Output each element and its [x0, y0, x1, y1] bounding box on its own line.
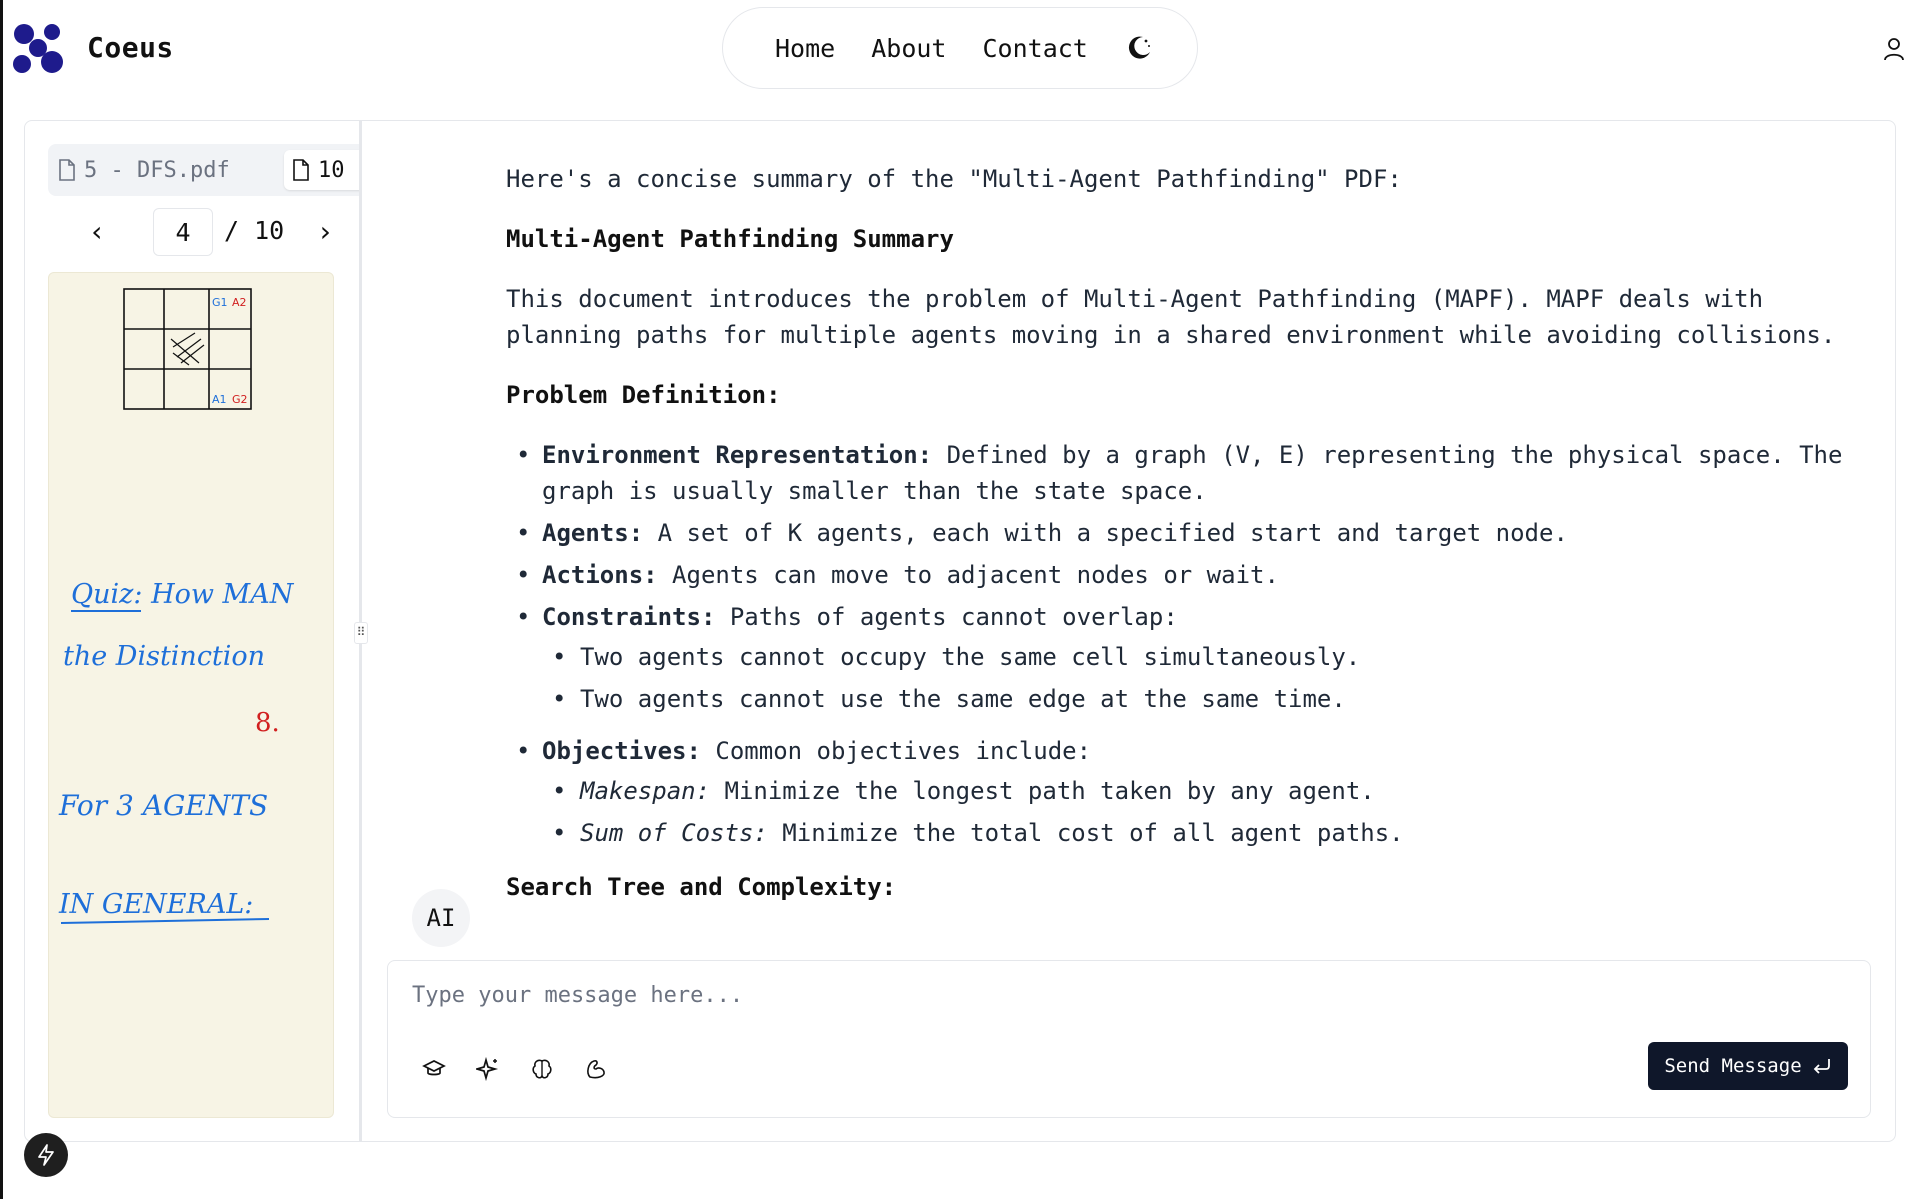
in-general-note: IN GENERAL: — [58, 889, 253, 920]
list-item-term: Environment Representation: — [542, 441, 933, 469]
message-paragraph: This document introduces the problem of … — [506, 285, 1836, 349]
list-item-text: Paths of agents cannot overlap: — [715, 603, 1178, 631]
sublist-item-term: Makespan: — [580, 777, 711, 805]
pdf-tab-label: 10 - — [318, 157, 360, 183]
constraints-sublist: Two agents cannot occupy the same cell s… — [542, 639, 1846, 717]
message-input[interactable] — [412, 983, 1512, 1023]
list-item-term: Actions: — [542, 561, 658, 589]
grid-label-a1: A1 — [212, 393, 227, 406]
grid-label-g1: G1 — [212, 296, 228, 309]
nav-about-link[interactable]: About — [871, 34, 946, 63]
list-item: Objectives: Common objectives include: M… — [506, 733, 1846, 851]
problem-heading: Problem Definition: — [506, 381, 781, 409]
ai-message: Here's a concise summary of the "Multi-A… — [506, 161, 1846, 929]
list-item-text: Agents can move to adjacent nodes or wai… — [657, 561, 1279, 589]
list-item: Constraints: Paths of agents cannot over… — [506, 599, 1846, 717]
sublist-item: Two agents cannot use the same edge at t… — [542, 681, 1846, 717]
file-icon — [59, 159, 75, 181]
main-nav: Home About Contact — [722, 7, 1198, 89]
graduation-cap-icon[interactable] — [416, 1051, 452, 1087]
send-message-label: Send Message — [1664, 1055, 1802, 1077]
file-icon — [293, 159, 309, 181]
for-3-agents-note: For 3 AGENTS — [58, 789, 268, 822]
sublist-item: Two agents cannot occupy the same cell s… — [542, 639, 1846, 675]
send-message-button[interactable]: Send Message — [1648, 1042, 1848, 1090]
list-item-text: Common objectives include: — [700, 737, 1092, 765]
message-intro: Here's a concise summary of the "Multi-A… — [506, 165, 1402, 193]
message-title: Multi-Agent Pathfinding Summary — [506, 225, 954, 253]
moon-icon[interactable] — [1124, 33, 1154, 63]
nav-contact-link[interactable]: Contact — [982, 34, 1087, 63]
pdf-tab-dfs[interactable]: 5 - DFS.pdf — [50, 150, 258, 190]
page-number-input[interactable] — [153, 208, 213, 256]
search-tree-heading: Search Tree and Complexity: — [506, 873, 897, 901]
sublist-item-text: Minimize the total cost of all agent pat… — [767, 819, 1404, 847]
problem-list: Environment Representation: Defined by a… — [506, 437, 1846, 851]
nav-home-link[interactable]: Home — [775, 34, 835, 63]
list-item-term: Agents: — [542, 519, 644, 547]
list-item-term: Objectives: — [542, 737, 701, 765]
chevron-left-icon[interactable]: ‹ — [82, 214, 112, 250]
list-item: Actions: Agents can move to adjacent nod… — [506, 557, 1846, 593]
sparkles-icon[interactable] — [470, 1051, 506, 1087]
quiz-answer: 8. — [255, 708, 280, 738]
pdf-tabs: 5 - DFS.pdf 10 - — [48, 144, 360, 196]
list-item: Environment Representation: Defined by a… — [506, 437, 1846, 509]
pdf-tab-label: 5 - DFS.pdf — [84, 157, 230, 183]
user-icon[interactable] — [1882, 36, 1906, 62]
logo-icon[interactable] — [12, 22, 64, 74]
sublist-item: Sum of Costs: Minimize the total cost of… — [542, 815, 1846, 851]
list-item-term: Constraints: — [542, 603, 716, 631]
sublist-item-text: Minimize the longest path taken by any a… — [710, 777, 1375, 805]
list-item-text: A set of K agents, each with a specified… — [643, 519, 1568, 547]
enter-icon — [1813, 1059, 1830, 1074]
objectives-sublist: Makespan: Minimize the longest path take… — [542, 773, 1846, 851]
window-edge — [0, 0, 3, 1199]
grid-label-g2: G2 — [232, 393, 248, 406]
list-item: Agents: A set of K agents, each with a s… — [506, 515, 1846, 551]
brand-name[interactable]: Coeus — [87, 31, 174, 64]
biceps-icon[interactable] — [578, 1051, 614, 1087]
header: Coeus Home About Contact — [0, 0, 1919, 100]
quiz-line-1: Quiz: How MAN — [71, 579, 295, 610]
pdf-viewer: 5 - DFS.pdf 10 - ‹ / 10 › — [24, 120, 360, 1142]
message-composer: Send Message — [387, 960, 1871, 1118]
ai-avatar: AI — [412, 889, 470, 947]
chat-thread: Here's a concise summary of the "Multi-A… — [364, 121, 1894, 951]
quiz-line-2: the Distinction — [63, 641, 265, 672]
page-navigator: ‹ / 10 › — [48, 208, 348, 258]
page-total: / 10 — [224, 216, 285, 245]
grid-label-a2: A2 — [232, 296, 247, 309]
handwritten-notes: G1 A2 A1 G2 Quiz: How MAN the Distinctio… — [58, 288, 295, 924]
sublist-item: Makespan: Minimize the longest path take… — [542, 773, 1846, 809]
brain-icon[interactable] — [524, 1051, 560, 1087]
pdf-tab-mapf[interactable]: 10 - — [284, 150, 360, 190]
chevron-right-icon[interactable]: › — [310, 214, 340, 250]
lightning-icon[interactable] — [24, 1133, 68, 1177]
sublist-item-term: Sum of Costs: — [580, 819, 768, 847]
pdf-page-preview[interactable]: G1 A2 A1 G2 Quiz: How MAN the Distinctio… — [48, 272, 334, 1118]
